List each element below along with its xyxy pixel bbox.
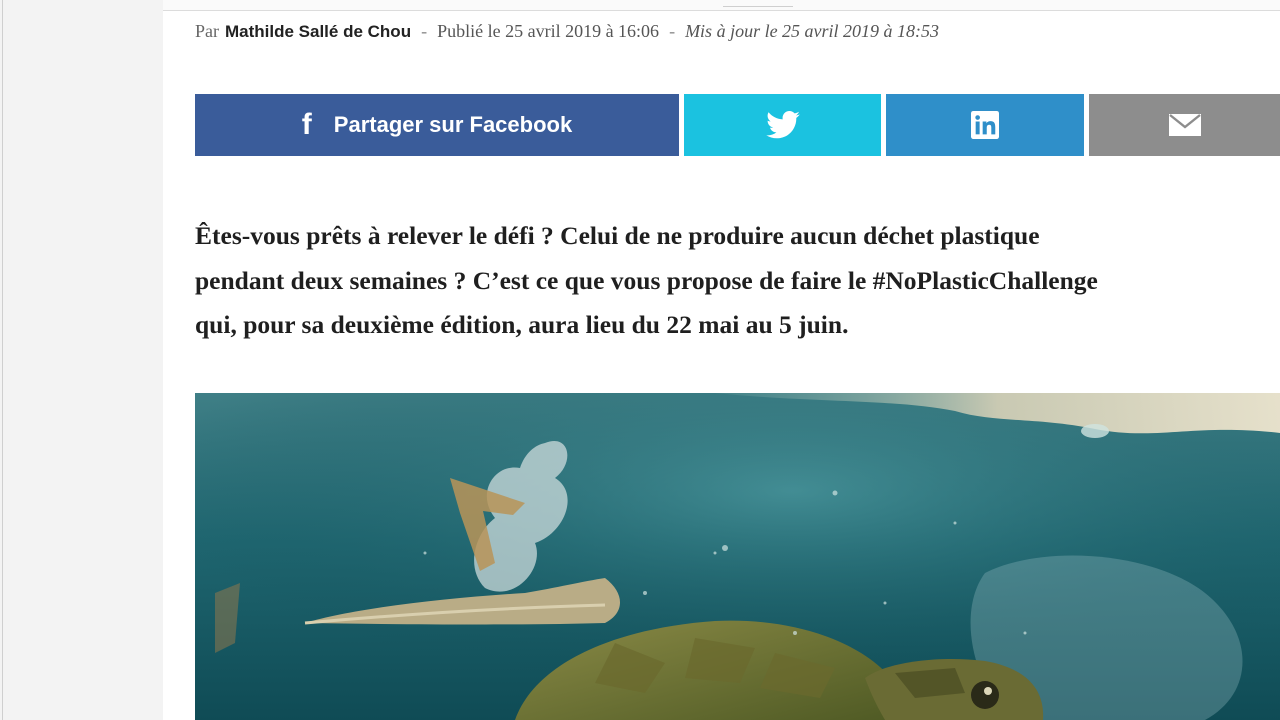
share-twitter-button[interactable] <box>684 94 881 156</box>
lead-line-3: qui, pour sa deuxième édition, aura lieu… <box>195 310 849 339</box>
article-byline: Par Mathilde Sallé de Chou - Publié le 25 a… <box>195 21 939 42</box>
author-link[interactable]: Mathilde Sallé de Chou <box>225 22 411 41</box>
share-email-button[interactable] <box>1089 94 1280 156</box>
article-page: Par Mathilde Sallé de Chou - Publié le 25 a… <box>163 0 1280 720</box>
byline-separator: - <box>421 21 428 41</box>
share-facebook-button[interactable]: f Partager sur Facebook <box>195 94 679 156</box>
sea-turtle-image <box>195 393 1280 720</box>
gutter-divider <box>2 0 3 720</box>
byline-prefix: Par <box>195 21 219 41</box>
browser-viewport: Par Mathilde Sallé de Chou - Publié le 25 a… <box>0 0 1280 720</box>
section-tab <box>723 0 793 7</box>
lead-line-2: pendant deux semaines ? C’est ce que vou… <box>195 265 1098 295</box>
left-gutter <box>0 0 163 720</box>
lead-line-1: Êtes-vous prêts à relever le défi ? Celu… <box>195 221 1040 250</box>
facebook-icon: f <box>301 108 312 141</box>
twitter-icon <box>765 111 800 139</box>
published-date: Publié le 25 avril 2019 à 16:06 <box>437 21 660 41</box>
byline-separator-2: - <box>669 21 676 41</box>
article-lead: Êtes-vous prêts à relever le défi ? Celu… <box>195 214 1275 348</box>
previous-section-edge <box>163 0 1280 11</box>
linkedin-icon <box>971 111 999 139</box>
share-linkedin-button[interactable] <box>886 94 1084 156</box>
share-facebook-label: Partager sur Facebook <box>333 112 573 137</box>
updated-date: Mis à jour le 25 avril 2019 à 18:53 <box>685 21 940 41</box>
article-photo-sea-turtle <box>195 393 1280 720</box>
share-bar: f Partager sur Facebook <box>195 94 1280 156</box>
mail-icon <box>1168 114 1201 136</box>
